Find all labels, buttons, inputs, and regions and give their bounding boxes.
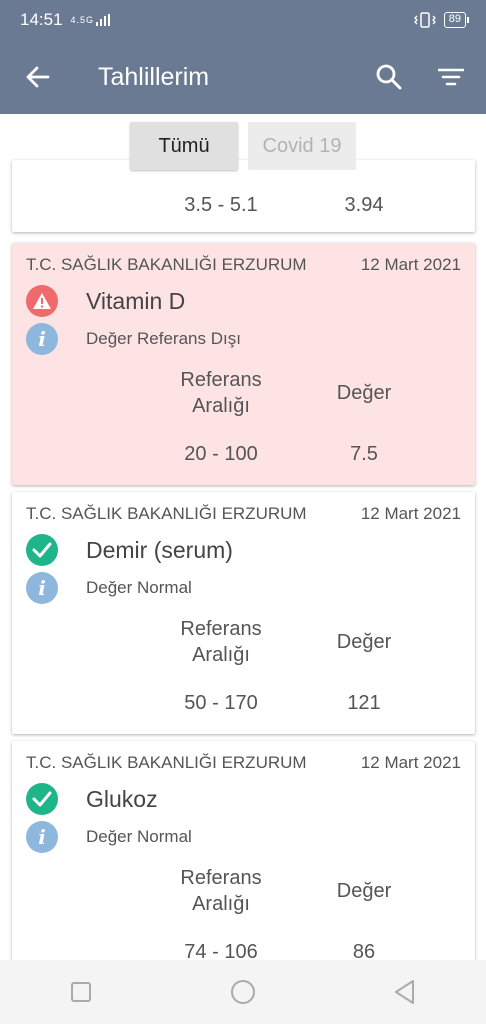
status-bar: 14:51 4.5G 89 — [0, 0, 486, 40]
card-header: T.C. SAĞLIK BAKANLIĞI ERZURUM 12 Mart 20… — [26, 255, 461, 275]
check-icon — [26, 783, 58, 815]
square-icon — [71, 982, 91, 1002]
result-date: 12 Mart 2021 — [360, 504, 461, 523]
result-card-glukoz[interactable]: T.C. SAĞLIK BAKANLIĞI ERZURUM 12 Mart 20… — [12, 741, 475, 960]
system-nav-bar — [0, 960, 486, 1024]
filter-tabs: Tümü Covid 19 — [0, 122, 486, 170]
result-date: 12 Mart 2021 — [360, 255, 461, 274]
nav-back-button[interactable] — [375, 962, 435, 1022]
reference-header: Referans Aralığı — [180, 369, 262, 417]
result-value: 7.5 — [350, 443, 378, 465]
institution-name: T.C. SAĞLIK BAKANLIĞI ERZURUM — [26, 753, 307, 772]
tab-all[interactable]: Tümü — [130, 122, 238, 170]
institution-name: T.C. SAĞLIK BAKANLIĞI ERZURUM — [26, 504, 307, 523]
triangle-back-icon — [395, 980, 414, 1004]
results-list[interactable]: 3.5 - 5.1 3.94 Tümü Covid 19 T.C. SAĞLIK… — [0, 114, 486, 960]
result-card-vitamin-d[interactable]: T.C. SAĞLIK BAKANLIĞI ERZURUM 12 Mart 20… — [12, 243, 475, 485]
arrow-left-icon — [26, 66, 50, 88]
institution-name: T.C. SAĞLIK BAKANLIĞI ERZURUM — [26, 255, 307, 274]
reference-header: Referans Aralığı — [180, 618, 262, 666]
app-bar: Tahlillerim — [0, 40, 486, 114]
result-card-partial[interactable]: 3.5 - 5.1 3.94 — [12, 160, 475, 232]
reference-header: Referans Aralığı — [180, 867, 262, 915]
filter-button[interactable] — [420, 67, 482, 87]
card-header: T.C. SAĞLIK BAKANLIĞI ERZURUM 12 Mart 20… — [26, 504, 461, 524]
back-button[interactable] — [0, 64, 76, 90]
reference-range: 20 - 100 — [184, 443, 258, 465]
test-name: Glukoz — [86, 785, 158, 812]
circle-icon — [231, 980, 255, 1004]
test-name: Demir (serum) — [86, 536, 233, 563]
value-header: Değer — [336, 382, 392, 404]
search-icon — [376, 64, 402, 90]
signal-icon — [96, 14, 111, 26]
search-button[interactable] — [358, 63, 420, 91]
status-time: 14:51 — [20, 10, 63, 29]
battery-indicator: 89 — [443, 12, 470, 28]
status-text: Değer Normal — [86, 827, 192, 846]
warning-icon — [26, 285, 58, 317]
result-value: 121 — [347, 692, 381, 714]
value-header: Değer — [336, 880, 392, 902]
result-value: 3.94 — [344, 194, 384, 216]
reference-range: 74 - 106 — [184, 941, 258, 960]
info-icon[interactable]: i — [26, 572, 58, 604]
result-date: 12 Mart 2021 — [360, 753, 461, 772]
home-button[interactable] — [213, 962, 273, 1022]
result-card-demir[interactable]: T.C. SAĞLIK BAKANLIĞI ERZURUM 12 Mart 20… — [12, 492, 475, 734]
card-header: T.C. SAĞLIK BAKANLIĞI ERZURUM 12 Mart 20… — [26, 753, 461, 773]
info-icon[interactable]: i — [26, 323, 58, 355]
reference-range: 50 - 170 — [184, 692, 258, 714]
status-text: Değer Normal — [86, 578, 192, 597]
info-icon[interactable]: i — [26, 821, 58, 853]
network-indicator: 4.5G — [70, 15, 95, 25]
recent-apps-button[interactable] — [51, 962, 111, 1022]
vibrate-icon — [413, 12, 436, 28]
value-header: Değer — [336, 631, 392, 653]
reference-range: 3.5 - 5.1 — [184, 194, 258, 216]
filter-icon — [438, 68, 464, 86]
tab-covid19[interactable]: Covid 19 — [248, 122, 356, 170]
test-name: Vitamin D — [86, 287, 186, 314]
page-title: Tahlillerim — [98, 62, 210, 91]
check-icon — [26, 534, 58, 566]
status-text: Değer Referans Dışı — [86, 329, 241, 348]
result-value: 86 — [352, 941, 376, 960]
